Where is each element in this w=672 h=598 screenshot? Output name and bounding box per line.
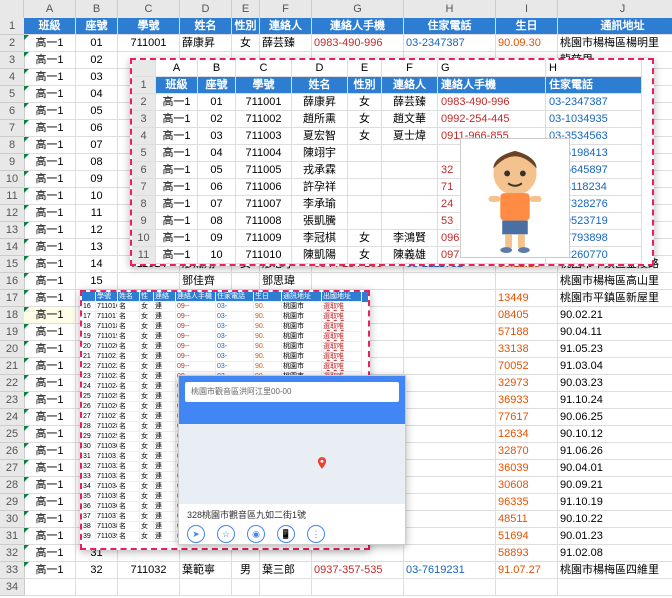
cartoon-boy-image — [460, 138, 570, 258]
map-pin-icon — [315, 456, 329, 470]
map-canvas[interactable] — [179, 424, 405, 504]
map-send-button[interactable]: 📱 — [277, 525, 295, 543]
row-25[interactable]: 25 — [0, 426, 24, 443]
row-20[interactable]: 20 — [0, 341, 24, 358]
col-E[interactable]: E — [232, 0, 260, 18]
map-address: 328桃園市觀音區九如二街1號 — [187, 508, 397, 521]
tiny-row: 19711019名女連09--03-90.桃園市選取唯 — [82, 332, 368, 342]
pop1-row[interactable]: 6高一105711005戎承霖3203-5645897 — [132, 162, 652, 179]
map-directions-button[interactable]: ➤ — [187, 525, 205, 543]
pop1-row[interactable]: 8高一107711007李承瑜2403-7328276 — [132, 196, 652, 213]
tiny-row: 18711018名女連09--03-90.桃園市選取唯 — [82, 322, 368, 332]
map-save-button[interactable]: ☆ — [217, 525, 235, 543]
row-16[interactable]: 16 — [0, 273, 24, 290]
map-search-input[interactable]: 桃園市觀音區洪阿江里00-00 — [185, 382, 399, 402]
tiny-row: 17711017名女連09--03-90.桃園市選取唯 — [82, 312, 368, 322]
row-18[interactable]: 18 — [0, 307, 24, 324]
row-17[interactable]: 17 — [0, 290, 24, 307]
col-F[interactable]: F — [260, 0, 312, 18]
row-2[interactable]: 2 — [0, 35, 24, 52]
row-22[interactable]: 22 — [0, 375, 24, 392]
row-29[interactable]: 29 — [0, 494, 24, 511]
row-6[interactable]: 6 — [0, 103, 24, 120]
col-B[interactable]: B — [76, 0, 118, 18]
table-row[interactable]: 高一132711032葉範寧男葉三郎0937-357-53503-7619231… — [24, 562, 672, 579]
col-D[interactable]: D — [180, 0, 232, 18]
row-15[interactable]: 15 — [0, 256, 24, 273]
tiny-row: 22711022名女連09--03-90.桃園市選取唯 — [82, 362, 368, 372]
row-28[interactable]: 28 — [0, 477, 24, 494]
main-spreadsheet: A B C D E F G H I J 12345678910111213141… — [0, 0, 672, 19]
row-4[interactable]: 4 — [0, 69, 24, 86]
pop1-colhdr: A B C D E F G H — [132, 60, 652, 77]
col-I[interactable]: I — [496, 0, 558, 18]
pop1-header: 1 班級 座號 學號 姓名 性別 連絡人 連絡人手機 住家電話 — [132, 77, 652, 94]
row-14[interactable]: 14 — [0, 239, 24, 256]
pop1-row[interactable]: 11高一110711010陳凱陽女陳義雄0975-757-25603-22607… — [132, 247, 652, 264]
row-9[interactable]: 9 — [0, 154, 24, 171]
map-share-button[interactable]: ⋮ — [307, 525, 325, 543]
pop1-row[interactable]: 3高一102711002趙所熏女趙文華0992-254-44503-103493… — [132, 111, 652, 128]
row-19[interactable]: 19 — [0, 324, 24, 341]
row-24[interactable]: 24 — [0, 409, 24, 426]
tiny-row: 16711016名女連09--03-90.桃園市選取唯 — [82, 302, 368, 312]
row-34[interactable]: 34 — [0, 579, 24, 596]
table-row[interactable] — [24, 579, 672, 596]
row-3[interactable]: 3 — [0, 52, 24, 69]
col-A[interactable]: A — [24, 0, 76, 18]
table-row[interactable]: 高一101711001薛康昇女薛芸臻0983-490-99603-2347387… — [24, 35, 672, 52]
table-row[interactable]: 高一115鄧佳齊鄧思瑋桃園市楊梅區高山里 — [24, 273, 672, 290]
row-11[interactable]: 11 — [0, 188, 24, 205]
row-33[interactable]: 33 — [0, 562, 24, 579]
col-C[interactable]: C — [118, 0, 180, 18]
row-31[interactable]: 31 — [0, 528, 24, 545]
col-J[interactable]: J — [558, 0, 672, 18]
map-header: 桃園市觀音區洪阿江里00-00 — [179, 376, 405, 424]
row-23[interactable]: 23 — [0, 392, 24, 409]
row-12[interactable]: 12 — [0, 205, 24, 222]
pop1-row[interactable]: 9高一108711008張凱騰5303-9523719 — [132, 213, 652, 230]
row-13[interactable]: 13 — [0, 222, 24, 239]
row-8[interactable]: 8 — [0, 137, 24, 154]
row-26[interactable]: 26 — [0, 443, 24, 460]
row-7[interactable]: 7 — [0, 120, 24, 137]
row-headers: 1234567891011121314151617181920212223242… — [0, 18, 25, 596]
row-27[interactable]: 27 — [0, 460, 24, 477]
row-5[interactable]: 5 — [0, 86, 24, 103]
row-30[interactable]: 30 — [0, 511, 24, 528]
tiny-row: 20711020名女連09--03-90.桃園市選取唯 — [82, 342, 368, 352]
tiny-row: 21711021名女連09--03-90.桃園市選取唯 — [82, 352, 368, 362]
pop1-row[interactable]: 7高一106711006許孕祥7103-4118234 — [132, 179, 652, 196]
map-nearby-button[interactable]: ◉ — [247, 525, 265, 543]
google-maps-overlay: 桃園市觀音區洪阿江里00-00 328桃園市觀音區九如二街1號 ➤ ☆ ◉ 📱 … — [178, 375, 406, 545]
row-1[interactable]: 1 — [0, 18, 24, 35]
row-21[interactable]: 21 — [0, 358, 24, 375]
row-10[interactable]: 10 — [0, 171, 24, 188]
pop1-row[interactable]: 2高一101711001薛康昇女薛芸臻0983-490-99603-234738… — [132, 94, 652, 111]
row-32[interactable]: 32 — [0, 545, 24, 562]
col-G[interactable]: G — [312, 0, 404, 18]
col-H[interactable]: H — [404, 0, 496, 18]
pop1-row[interactable]: 5高一104711004陳翊宇03-6198413 — [132, 145, 652, 162]
column-headers: A B C D E F G H I J — [0, 0, 672, 19]
pop1-row[interactable]: 4高一103711003夏宏智女夏士煒0911-966-85503-353456… — [132, 128, 652, 145]
pop1-row[interactable]: 10高一109711009李冠棋女李鴻賢0961-721-53503-77938… — [132, 230, 652, 247]
popup-sheet-top: A B C D E F G H 1 班級 座號 學號 姓名 性別 連絡人 連絡人… — [130, 58, 654, 266]
header-row: 班級座號學號姓名性別連絡人連絡人手機住家電話生日通訊地址 — [24, 18, 672, 35]
